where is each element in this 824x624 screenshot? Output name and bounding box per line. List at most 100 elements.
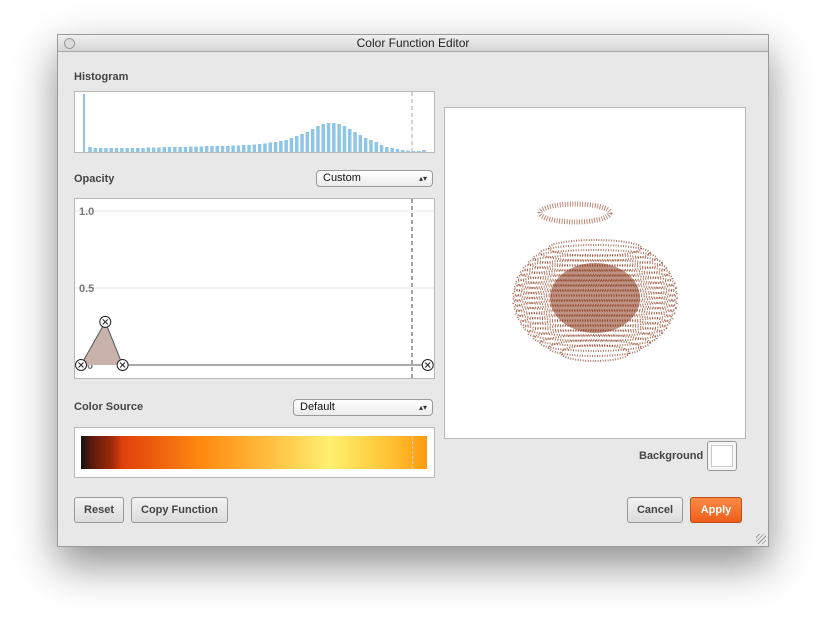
histogram-bar [162,147,166,152]
histogram-bar [406,150,410,152]
histogram-bar [98,148,103,152]
histogram-bar [242,145,246,152]
color-source-select[interactable]: Default ▴▾ [293,399,433,416]
histogram-bar [210,146,214,152]
histogram-bar [422,150,426,152]
histogram-bar [204,146,209,152]
opacity-tick-label: 0.5 [79,283,94,295]
title-bar: Color Function Editor [58,35,768,52]
opacity-preset-select[interactable]: Custom ▴▾ [316,170,433,187]
window-title: Color Function Editor [356,36,470,50]
histogram-bar [199,146,204,152]
opacity-curve[interactable]: 1.00.50 [75,199,434,378]
histogram-bar [220,146,225,152]
histogram-bar [183,147,188,152]
opacity-label: Opacity [74,173,115,185]
histogram-bar [194,146,198,152]
copy-function-button[interactable]: Copy Function [131,497,228,523]
histogram-bar [342,126,347,152]
background-label: Background [639,450,704,462]
histogram-bar [109,148,113,152]
histogram-bar [247,145,251,152]
histogram-bar [385,147,389,152]
opacity-control-point[interactable] [99,315,112,328]
histogram-bar [300,134,304,152]
histogram-bar [310,129,315,152]
color-marker[interactable] [412,436,413,469]
render-slice [560,344,630,362]
histogram-label: Histogram [74,71,129,83]
opacity-editor[interactable]: 1.0 0.5 0 [74,198,435,379]
reset-button[interactable]: Reset [74,497,124,523]
volume-preview[interactable] [444,107,746,439]
background-color-swatch[interactable] [707,441,737,471]
histogram-bar [215,146,219,152]
render-core [550,263,640,333]
histogram-bar [151,147,156,152]
histogram-bar [273,142,278,152]
background-color-fill [711,445,733,467]
stepper-arrows-icon: ▴▾ [418,174,427,183]
volume-render [512,201,678,362]
histogram-bar [289,138,294,152]
opacity-tick-label: 1.0 [79,206,94,218]
histogram-bar [252,144,257,152]
histogram-bar [337,124,341,152]
opacity-control-point[interactable] [421,359,434,371]
histogram-bar [114,148,119,152]
opacity-control-point[interactable] [116,359,129,371]
histogram-bar [326,123,331,152]
histogram-bar [353,132,357,152]
color-function-editor-window: Color Function Editor Histogram Opacity … [57,34,769,547]
render-top [537,201,613,225]
histogram-chart [83,92,426,152]
histogram-panel [74,91,435,153]
close-icon[interactable] [64,38,75,49]
histogram-bar [130,148,135,152]
histogram-bar [178,147,182,152]
cancel-button[interactable]: Cancel [627,497,683,523]
color-source-value: Default [300,401,335,413]
histogram-bar [348,129,352,152]
histogram-bar [295,136,299,152]
histogram-bar [141,148,145,152]
histogram-bar [231,145,235,152]
histogram-bar [363,138,368,152]
histogram-bar [236,145,241,152]
histogram-bar [88,147,92,152]
histogram-bar [104,148,108,152]
histogram-bar [93,148,98,152]
histogram-bar [146,147,151,152]
opacity-line [80,320,428,366]
histogram-bar [263,143,267,152]
render-slice [547,239,643,257]
histogram-bar [374,142,378,152]
histogram-bar [83,94,85,152]
histogram-bar [268,142,272,152]
histogram-bar [284,140,288,152]
color-map-panel [74,427,435,478]
histogram-bar [401,150,405,152]
histogram-bar [416,151,421,152]
histogram-bar [157,147,161,152]
histogram-bar [390,148,394,152]
histogram-bar [136,148,140,152]
color-gradient-bar[interactable] [81,436,427,469]
color-source-label: Color Source [74,401,144,413]
opacity-control-point[interactable] [75,359,87,371]
render-slice [547,339,643,357]
histogram-bar [321,124,325,152]
opacity-preset-value: Custom [323,172,361,184]
histogram-bar [189,146,193,152]
render-slice [539,244,651,262]
histogram-bar [257,144,262,152]
histogram-bar [316,126,320,152]
histogram-bar [379,145,384,152]
resize-grip-icon[interactable] [756,534,766,544]
histogram-bar [279,141,283,152]
histogram-bar [167,147,172,152]
apply-button[interactable]: Apply [690,497,742,523]
histogram-bar [395,149,400,152]
histogram-bar [173,147,177,152]
histogram-bar [226,146,230,152]
